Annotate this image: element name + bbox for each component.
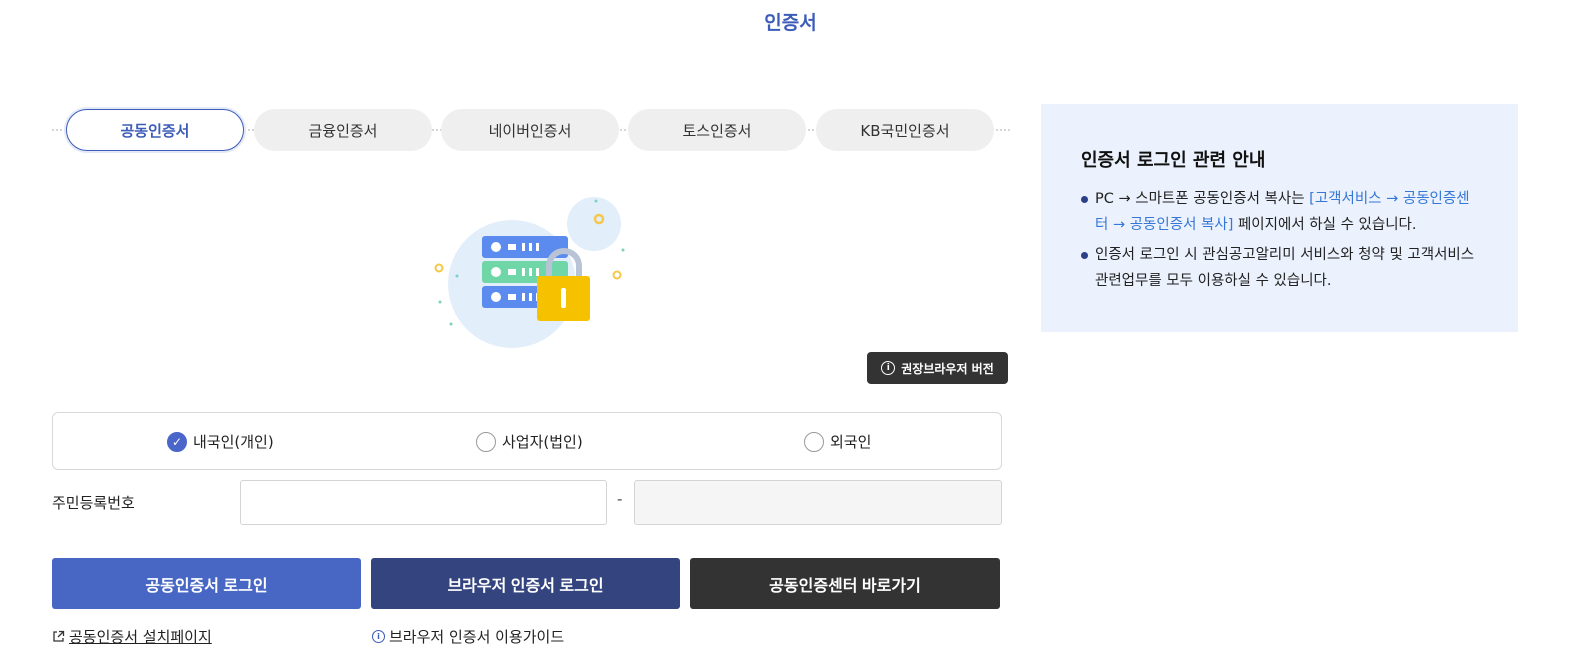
- login-notice-panel: 인증서 로그인 관련 안내 PC → 스마트폰 공동인증서 복사는 [고객서비스…: [1041, 104, 1518, 332]
- info-icon: i: [372, 630, 385, 643]
- recommended-browser-label: 권장브라우저 버전: [901, 361, 994, 376]
- cert-tabs: 공동인증서 금융인증서 네이버인증서 토스인증서 KB국민인증서: [52, 107, 1010, 153]
- install-page-link[interactable]: 공동인증서 설치페이지: [52, 626, 212, 647]
- rrn-separator: -: [617, 490, 623, 508]
- notice-item1-suffix: 페이지에서 하실 수 있습니다.: [1233, 217, 1417, 233]
- radio-circle-icon: [804, 431, 824, 452]
- rrn-label: 주민등록번호: [52, 494, 135, 512]
- notice-item1-prefix: PC → 스마트폰 공동인증서 복사는: [1095, 191, 1310, 207]
- install-page-label: 공동인증서 설치페이지: [69, 628, 212, 646]
- cert-login-button[interactable]: 공동인증서 로그인: [52, 558, 361, 609]
- user-type-selector: ✓ 내국인(개인) 사업자(법인) 외국인: [52, 412, 1002, 470]
- recommended-browser-button[interactable]: i 권장브라우저 버전: [867, 352, 1008, 384]
- tab-naver-cert[interactable]: 네이버인증서: [441, 109, 619, 151]
- page-title: 인증서: [764, 12, 817, 34]
- rrn-front-input[interactable]: [240, 480, 607, 525]
- tab-financial-cert[interactable]: 금융인증서: [254, 109, 432, 151]
- radio-label: 사업자(법인): [502, 433, 583, 451]
- notice-item: 인증서 로그인 시 관심공고알리미 서비스와 청약 및 고객서비스 관련업무를 …: [1081, 242, 1478, 294]
- tab-kb-cert[interactable]: KB국민인증서: [816, 109, 994, 151]
- radio-domestic-individual[interactable]: ✓ 내국인(개인): [167, 431, 274, 452]
- bullet-icon: [1081, 196, 1088, 203]
- notice-item2-text: 인증서 로그인 시 관심공고알리미 서비스와 청약 및 고객서비스 관련업무를 …: [1095, 247, 1475, 289]
- radio-label: 외국인: [830, 433, 872, 451]
- certificate-lock-illustration: [434, 197, 625, 348]
- notice-item: PC → 스마트폰 공동인증서 복사는 [고객서비스 → 공동인증센터 → 공동…: [1081, 186, 1478, 238]
- info-icon: i: [881, 361, 896, 375]
- tab-joint-cert[interactable]: 공동인증서: [66, 109, 244, 151]
- cert-center-button[interactable]: 공동인증센터 바로가기: [690, 558, 1000, 609]
- browser-guide-link[interactable]: i 브라우저 인증서 이용가이드: [372, 626, 564, 647]
- notice-title: 인증서 로그인 관련 안내: [1081, 150, 1266, 171]
- browser-cert-login-button[interactable]: 브라우저 인증서 로그인: [371, 558, 680, 609]
- bullet-icon: [1081, 252, 1088, 259]
- radio-circle-icon: [476, 431, 496, 452]
- external-link-icon: [53, 630, 65, 642]
- radio-label: 내국인(개인): [193, 433, 274, 451]
- radio-foreigner[interactable]: 외국인: [804, 431, 871, 452]
- radio-business-corporate[interactable]: 사업자(법인): [476, 431, 583, 452]
- tab-toss-cert[interactable]: 토스인증서: [628, 109, 806, 151]
- browser-guide-label: 브라우저 인증서 이용가이드: [389, 628, 565, 646]
- rrn-back-input[interactable]: [634, 480, 1002, 525]
- check-icon: ✓: [167, 431, 187, 452]
